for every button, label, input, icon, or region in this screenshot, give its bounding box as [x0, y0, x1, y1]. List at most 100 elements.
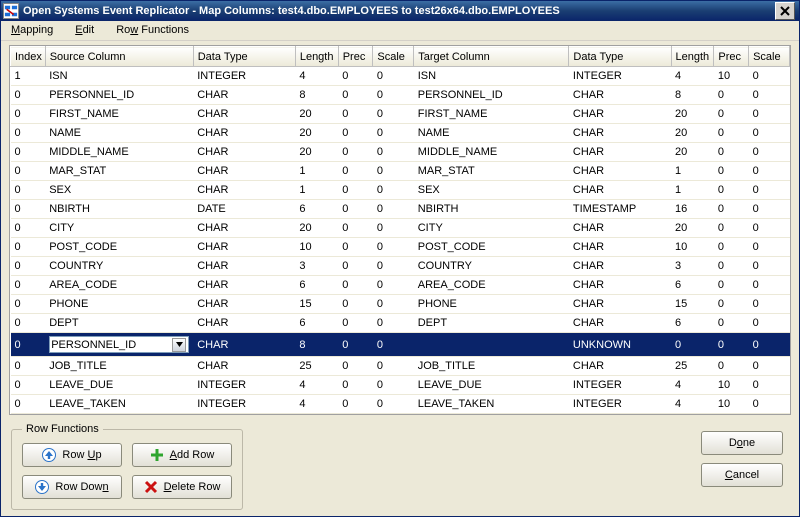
chevron-down-icon[interactable]	[172, 338, 186, 352]
cell-data-type-2[interactable]: CHAR	[569, 105, 671, 124]
table-row[interactable]: 0PERSONNEL_IDCHAR800PERSONNEL_IDCHAR800	[11, 86, 790, 105]
cell-scale[interactable]: 0	[373, 86, 414, 105]
cell-scale-2[interactable]: 0	[749, 333, 790, 357]
cell-target-column[interactable]: COUNTRY	[414, 257, 569, 276]
menu-row-functions[interactable]: Row Functions	[112, 22, 193, 38]
hdr-source-column[interactable]: Source Column	[45, 47, 193, 67]
cell-index[interactable]: 0	[11, 124, 46, 143]
cell-prec[interactable]: 0	[338, 162, 373, 181]
cell-data-type[interactable]: CHAR	[193, 181, 295, 200]
cell-scale[interactable]: 0	[373, 357, 414, 376]
cell-prec[interactable]: 0	[338, 357, 373, 376]
cell-source-column[interactable]: DEPT	[45, 314, 193, 333]
table-row[interactable]: 0JOB_TITLECHAR2500JOB_TITLECHAR2500	[11, 357, 790, 376]
table-row[interactable]: 0NAMECHAR2000NAMECHAR2000	[11, 124, 790, 143]
cell-scale-2[interactable]: 0	[749, 181, 790, 200]
cell-scale[interactable]: 0	[373, 314, 414, 333]
titlebar[interactable]: Open Systems Event Replicator - Map Colu…	[1, 1, 799, 21]
table-row[interactable]: 0PHONECHAR1500PHONECHAR1500	[11, 295, 790, 314]
cell-prec[interactable]: 0	[338, 376, 373, 395]
hdr-target-column[interactable]: Target Column	[414, 47, 569, 67]
cell-length[interactable]: 25	[295, 357, 338, 376]
cell-data-type-2[interactable]: TIMESTAMP	[569, 200, 671, 219]
cell-source-column[interactable]: PHONE	[45, 295, 193, 314]
cell-target-column[interactable]: FIRST_NAME	[414, 105, 569, 124]
cell-source-column[interactable]: AREA_CODE	[45, 276, 193, 295]
cell-source-column[interactable]: NBIRTH	[45, 200, 193, 219]
cell-prec[interactable]: 0	[338, 276, 373, 295]
hdr-data-type[interactable]: Data Type	[193, 47, 295, 67]
hdr-scale[interactable]: Scale	[373, 47, 414, 67]
cell-index[interactable]: 0	[11, 238, 46, 257]
cell-length-2[interactable]: 1	[671, 162, 714, 181]
cell-data-type-2[interactable]: CHAR	[569, 219, 671, 238]
cell-data-type-2[interactable]: CHAR	[569, 314, 671, 333]
menu-mapping[interactable]: Mapping	[7, 22, 57, 38]
cell-source-column[interactable]: LEAVE_DUE	[45, 376, 193, 395]
cell-prec[interactable]: 0	[338, 105, 373, 124]
hdr-length[interactable]: Length	[295, 47, 338, 67]
menu-edit[interactable]: Edit	[71, 22, 98, 38]
cell-source-column[interactable]: POST_CODE	[45, 238, 193, 257]
cell-scale-2[interactable]: 0	[749, 67, 790, 86]
cell-target-column[interactable]: MIDDLE_NAME	[414, 143, 569, 162]
cell-scale[interactable]: 0	[373, 143, 414, 162]
cell-index[interactable]: 1	[11, 67, 46, 86]
table-row[interactable]: 0COUNTRYCHAR300COUNTRYCHAR300	[11, 257, 790, 276]
cell-length-2[interactable]: 20	[671, 143, 714, 162]
cell-data-type-2[interactable]: CHAR	[569, 124, 671, 143]
cell-length-2[interactable]: 16	[671, 200, 714, 219]
cell-data-type[interactable]: CHAR	[193, 333, 295, 357]
cell-length[interactable]: 4	[295, 395, 338, 414]
cell-prec[interactable]: 0	[338, 181, 373, 200]
cell-scale[interactable]: 0	[373, 67, 414, 86]
table-row[interactable]: 0PERSONNEL_IDCHAR800UNKNOWN000	[11, 333, 790, 357]
cell-prec[interactable]: 0	[338, 395, 373, 414]
cell-length[interactable]: 8	[295, 333, 338, 357]
cell-length-2[interactable]: 20	[671, 219, 714, 238]
cell-source-column[interactable]: MIDDLE_NAME	[45, 143, 193, 162]
cell-prec-2[interactable]: 0	[714, 314, 749, 333]
cell-source-column[interactable]: MAR_STAT	[45, 162, 193, 181]
cell-index[interactable]: 0	[11, 395, 46, 414]
cancel-button[interactable]: Cancel	[701, 463, 783, 487]
cell-data-type[interactable]: CHAR	[193, 357, 295, 376]
cell-prec[interactable]: 0	[338, 295, 373, 314]
cell-prec[interactable]: 0	[338, 124, 373, 143]
cell-scale[interactable]: 0	[373, 162, 414, 181]
cell-length[interactable]: 8	[295, 86, 338, 105]
cell-length-2[interactable]: 8	[671, 86, 714, 105]
cell-length-2[interactable]: 4	[671, 395, 714, 414]
cell-prec-2[interactable]: 0	[714, 333, 749, 357]
cell-prec-2[interactable]: 0	[714, 276, 749, 295]
cell-length[interactable]: 4	[295, 376, 338, 395]
table-row[interactable]: 0LEAVE_TAKENINTEGER400LEAVE_TAKENINTEGER…	[11, 395, 790, 414]
cell-data-type[interactable]: INTEGER	[193, 395, 295, 414]
cell-scale-2[interactable]: 0	[749, 219, 790, 238]
cell-data-type[interactable]: CHAR	[193, 105, 295, 124]
cell-index[interactable]: 0	[11, 200, 46, 219]
cell-prec-2[interactable]: 0	[714, 86, 749, 105]
cell-prec[interactable]: 0	[338, 257, 373, 276]
cell-data-type[interactable]: CHAR	[193, 219, 295, 238]
cell-scale-2[interactable]: 0	[749, 143, 790, 162]
cell-scale-2[interactable]: 0	[749, 276, 790, 295]
row-up-button[interactable]: Row Up	[22, 443, 122, 467]
cell-data-type[interactable]: CHAR	[193, 238, 295, 257]
cell-length-2[interactable]: 6	[671, 314, 714, 333]
cell-source-column[interactable]: PERSONNEL_ID	[45, 86, 193, 105]
cell-data-type[interactable]: CHAR	[193, 124, 295, 143]
cell-scale[interactable]: 0	[373, 295, 414, 314]
table-row[interactable]: 0NBIRTHDATE600NBIRTHTIMESTAMP1600	[11, 200, 790, 219]
cell-scale[interactable]: 0	[373, 257, 414, 276]
source-column-dropdown[interactable]: PERSONNEL_ID	[49, 336, 189, 353]
hdr-index[interactable]: Index	[11, 47, 46, 67]
cell-scale-2[interactable]: 0	[749, 314, 790, 333]
cell-data-type-2[interactable]: CHAR	[569, 276, 671, 295]
cell-scale-2[interactable]: 0	[749, 200, 790, 219]
cell-data-type[interactable]: CHAR	[193, 295, 295, 314]
cell-length-2[interactable]: 25	[671, 357, 714, 376]
cell-index[interactable]: 0	[11, 314, 46, 333]
cell-target-column[interactable]: PHONE	[414, 295, 569, 314]
cell-target-column[interactable]: CITY	[414, 219, 569, 238]
